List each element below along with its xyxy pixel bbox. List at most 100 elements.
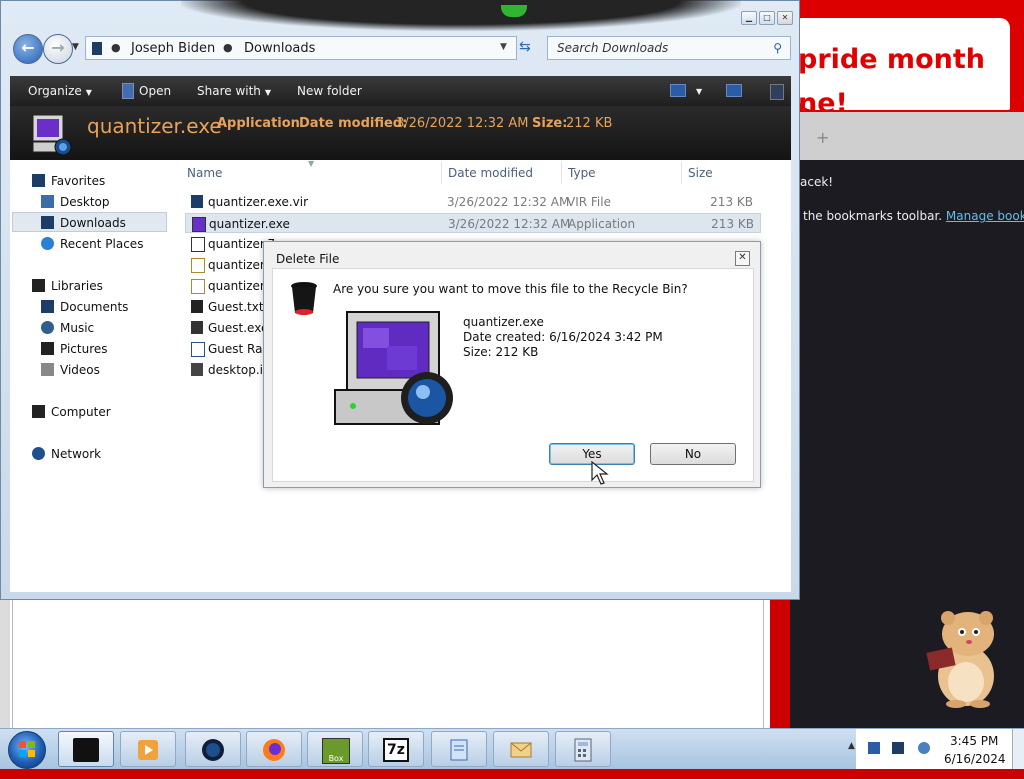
taskbar-media-player[interactable]: [120, 731, 176, 767]
file-date: 3/26/2022 12:32 AM: [447, 195, 570, 209]
search-icon[interactable]: ⚲: [773, 41, 782, 55]
navigation-pane: Favorites Desktop Downloads Recent Place…: [10, 160, 180, 592]
breadcrumb-separator-icon[interactable]: ●: [223, 41, 233, 54]
no-button[interactable]: No: [650, 443, 736, 465]
column-divider[interactable]: [561, 162, 562, 184]
clock-time[interactable]: 3:45 PM: [950, 734, 998, 748]
view-options-dropdown[interactable]: ▼: [696, 87, 702, 96]
dialog-file-size: Size: 212 KB: [463, 345, 539, 359]
application-icon: [192, 217, 206, 232]
star-icon: [32, 174, 45, 187]
taskbar-globe-app[interactable]: [185, 731, 241, 767]
breadcrumb-downloads[interactable]: Downloads: [244, 41, 315, 56]
breadcrumb-separator-icon[interactable]: ●: [111, 41, 121, 54]
nav-computer[interactable]: Computer: [32, 405, 111, 419]
file-date: 3/26/2022 12:32 AM: [448, 217, 571, 231]
column-header-size[interactable]: Size: [688, 166, 713, 180]
tray-network-icon[interactable]: [892, 742, 904, 754]
text-file-icon: [191, 300, 203, 313]
search-input[interactable]: Search Downloads: [557, 41, 668, 55]
nav-libraries[interactable]: Libraries: [32, 279, 103, 293]
pictures-icon: [41, 342, 54, 355]
address-bar[interactable]: ● Joseph Biden ● Downloads ▼: [85, 36, 517, 60]
manage-bookmarks-link[interactable]: Manage bookmarks: [946, 209, 1024, 223]
preview-pane-icon[interactable]: [726, 84, 742, 97]
nav-desktop[interactable]: Desktop: [41, 195, 110, 209]
archive-icon: [191, 237, 205, 252]
breadcrumb-user[interactable]: Joseph Biden: [131, 41, 215, 56]
taskbar-explorer[interactable]: [58, 731, 114, 767]
box-game-icon: Box: [322, 738, 350, 764]
firefox-icon: [263, 739, 285, 761]
envelope-icon: [510, 742, 532, 758]
nav-videos[interactable]: Videos: [41, 363, 100, 377]
windows-logo-icon: [19, 741, 35, 757]
nav-network[interactable]: Network: [32, 447, 101, 461]
close-window-button[interactable]: ✕: [777, 11, 793, 25]
column-header-date[interactable]: Date modified: [448, 166, 533, 180]
window-top-decoration: [181, 0, 741, 31]
refresh-icon[interactable]: ⇆: [519, 39, 531, 55]
column-divider[interactable]: [681, 162, 682, 184]
hamster-image: [926, 611, 994, 708]
help-icon[interactable]: [770, 84, 784, 100]
music-icon: [41, 321, 54, 334]
mouse-cursor-icon: [591, 460, 609, 485]
address-dropdown-icon[interactable]: ▼: [500, 42, 507, 52]
archive-icon: [191, 279, 205, 294]
file-icon: [191, 195, 203, 208]
command-bar: Organize ▼ Open Share with ▼ New folder ▼: [10, 76, 791, 106]
maximize-button[interactable]: □: [759, 11, 775, 25]
new-tab-button[interactable]: +: [816, 128, 829, 147]
tray-overflow-icon[interactable]: ▲: [848, 741, 855, 751]
bookmarks-hint: the bookmarks toolbar. Manage bookmarks: [803, 209, 1024, 223]
tray-flag-icon[interactable]: [868, 742, 880, 754]
taskbar-notepad[interactable]: [431, 731, 487, 767]
file-row-selected[interactable]: quantizer.exe 3/26/2022 12:32 AM Applica…: [185, 213, 761, 233]
taskbar-firefox[interactable]: [246, 731, 302, 767]
details-modified-label: Date modified:: [299, 116, 408, 131]
nav-downloads[interactable]: Downloads: [41, 216, 126, 230]
libraries-icon: [32, 279, 45, 292]
forward-button[interactable]: →: [43, 34, 73, 64]
media-player-icon: [138, 740, 158, 760]
recent-places-icon: [41, 237, 54, 250]
organize-button[interactable]: Organize ▼: [28, 84, 92, 98]
new-folder-button[interactable]: New folder: [297, 84, 362, 98]
change-view-icon[interactable]: [670, 84, 686, 97]
share-with-button[interactable]: Share with ▼: [197, 84, 271, 98]
open-icon: [122, 83, 134, 99]
globe-icon: [202, 739, 224, 761]
details-pane: quantizer.exe Application Date modified:…: [10, 106, 791, 160]
nav-pictures[interactable]: Pictures: [41, 342, 108, 356]
seven-zip-icon: 7z: [383, 738, 409, 762]
column-header-name[interactable]: Name: [187, 166, 222, 180]
column-divider[interactable]: [441, 162, 442, 184]
show-desktop-button[interactable]: [1012, 729, 1024, 769]
taskbar-7zip[interactable]: 7z: [368, 731, 424, 767]
back-button[interactable]: ←: [13, 34, 43, 64]
taskbar-calculator[interactable]: [555, 731, 611, 767]
taskbar-mail[interactable]: [493, 731, 549, 767]
dialog-close-button[interactable]: ✕: [735, 251, 750, 266]
delete-file-dialog: Delete File ✕ Are you sure you want to m…: [263, 241, 761, 488]
taskbar-box-game[interactable]: Box: [307, 731, 363, 767]
open-button[interactable]: Open: [139, 84, 171, 98]
file-row[interactable]: quantizer.exe.vir 3/26/2022 12:32 AM VIR…: [185, 192, 761, 212]
file-name: Guest.exe: [208, 321, 269, 335]
start-button[interactable]: [8, 731, 46, 769]
executable-icon: [191, 321, 203, 334]
nav-recent-places[interactable]: Recent Places: [41, 237, 143, 251]
column-header-type[interactable]: Type: [568, 166, 596, 180]
nav-documents[interactable]: Documents: [41, 300, 128, 314]
details-file-name: quantizer.exe: [87, 114, 222, 138]
clock-date[interactable]: 6/16/2024: [944, 752, 1006, 766]
nav-music[interactable]: Music: [41, 321, 94, 335]
tray-volume-icon[interactable]: [918, 742, 930, 754]
file-name: Guest.txt: [208, 300, 264, 314]
minimize-button[interactable]: ▁: [741, 11, 757, 25]
recent-pages-dropdown[interactable]: ▼: [72, 42, 79, 52]
search-box[interactable]: Search Downloads ⚲: [547, 36, 791, 60]
details-size-label: Size:: [532, 116, 568, 131]
nav-favorites[interactable]: Favorites: [32, 174, 105, 188]
